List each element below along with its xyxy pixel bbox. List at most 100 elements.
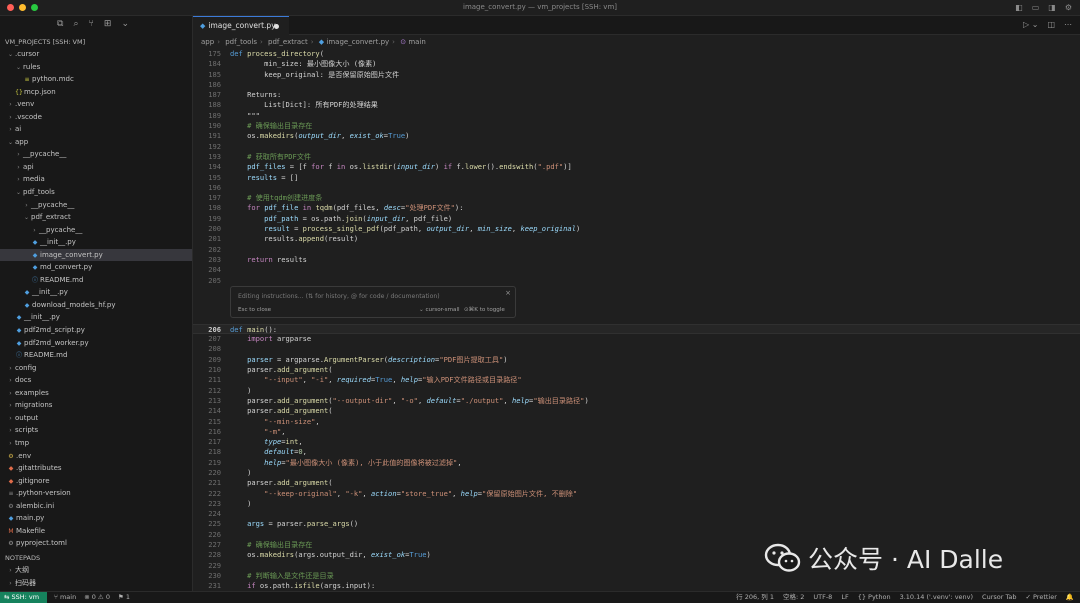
breadcrumb-item[interactable]: app bbox=[201, 38, 214, 46]
code-line[interactable]: 186 bbox=[193, 80, 1080, 90]
tree-item[interactable]: ◆ pdf2md_script.py bbox=[0, 324, 192, 337]
code-line[interactable]: 175 def process_directory( bbox=[193, 49, 1080, 59]
code-line[interactable]: 190 # 确保输出目录存在 bbox=[193, 121, 1080, 131]
tree-item[interactable]: ⚙ alembic.ini bbox=[0, 500, 192, 513]
code-line[interactable]: 211 "--input", "-i", required=True, help… bbox=[193, 375, 1080, 385]
tree-item[interactable]: ◆ .gitignore bbox=[0, 475, 192, 488]
search-icon[interactable]: ⌕ bbox=[73, 19, 78, 29]
tree-item[interactable]: {}mcp.json bbox=[0, 86, 192, 99]
code-line[interactable]: 185 keep_original: 是否保留原始图片文件 bbox=[193, 70, 1080, 80]
inline-edit-box[interactable]: Editing instructions... (⇅ for history, … bbox=[230, 286, 516, 318]
tree-item[interactable]: ≡ python.mdc bbox=[0, 73, 192, 86]
code-line[interactable]: 213 parser.add_argument("--output-dir", … bbox=[193, 396, 1080, 406]
extensions-icon[interactable]: ⊞ bbox=[104, 19, 112, 29]
code-line[interactable]: 212 ) bbox=[193, 386, 1080, 396]
explorer-header[interactable]: VM_PROJECTS [SSH: VM] bbox=[0, 36, 192, 48]
code-line[interactable]: 188 List[Dict]: 所有PDF的处理结果 bbox=[193, 100, 1080, 110]
tree-item[interactable]: › config bbox=[0, 362, 192, 375]
toggle-panel-icon[interactable]: ▭ bbox=[1032, 3, 1040, 12]
breadcrumb-item[interactable]: pdf_extract bbox=[268, 38, 308, 46]
code-line[interactable]: 202 bbox=[193, 245, 1080, 255]
code-line[interactable]: 203 return results bbox=[193, 255, 1080, 265]
tree-item[interactable]: › api bbox=[0, 161, 192, 174]
breadcrumb-item[interactable]: image_convert.py bbox=[326, 38, 389, 46]
tree-item[interactable]: ◆ main.py bbox=[0, 512, 192, 525]
tree-item[interactable]: › .vscode bbox=[0, 111, 192, 124]
code-line[interactable]: 220 ) bbox=[193, 468, 1080, 478]
tree-item[interactable]: ⌄ pdf_tools bbox=[0, 186, 192, 199]
code-line[interactable]: 189 """ bbox=[193, 111, 1080, 121]
tree-item[interactable]: › docs bbox=[0, 374, 192, 387]
code-line[interactable]: 187 Returns: bbox=[193, 90, 1080, 100]
code-line[interactable]: 221 parser.add_argument( bbox=[193, 478, 1080, 488]
tree-item[interactable]: › examples bbox=[0, 387, 192, 400]
tree-item[interactable]: ◆ __init__.py bbox=[0, 236, 192, 249]
code-line[interactable]: 201 results.append(result) bbox=[193, 234, 1080, 244]
code-line[interactable]: 216 "-m", bbox=[193, 427, 1080, 437]
tree-item[interactable]: ⚙ pyproject.toml bbox=[0, 537, 192, 550]
more-actions-icon[interactable]: ⋯ bbox=[1064, 20, 1072, 29]
tree-item[interactable]: › scripts bbox=[0, 424, 192, 437]
code-line[interactable]: 198 for pdf_file in tqdm(pdf_files, desc… bbox=[193, 203, 1080, 213]
tree-item[interactable]: › __pycache__ bbox=[0, 148, 192, 161]
toggle-sidebar-icon[interactable]: ◧ bbox=[1015, 3, 1023, 12]
tree-item[interactable]: ≡ .python-version bbox=[0, 487, 192, 500]
code-line[interactable]: 199 pdf_path = os.path.join(input_dir, p… bbox=[193, 214, 1080, 224]
unsaved-dot-icon[interactable] bbox=[274, 24, 279, 29]
line-ending[interactable]: LF bbox=[841, 592, 848, 603]
notepad-item[interactable]: › 扫码器 bbox=[0, 577, 193, 590]
tree-item[interactable]: › output bbox=[0, 412, 192, 425]
code-line[interactable]: 194 pdf_files = [f for f in os.listdir(i… bbox=[193, 162, 1080, 172]
tree-item[interactable]: › media bbox=[0, 173, 192, 186]
code-line[interactable]: 208 bbox=[193, 344, 1080, 354]
code-line[interactable]: 195 results = [] bbox=[193, 173, 1080, 183]
code-line[interactable]: 215 "--min-size", bbox=[193, 417, 1080, 427]
cursor-position[interactable]: 行 206, 列 1 bbox=[736, 592, 774, 603]
source-control-icon[interactable]: ⑂ bbox=[88, 19, 93, 29]
tree-item[interactable]: › __pycache__ bbox=[0, 199, 192, 212]
code-line[interactable]: 192 bbox=[193, 142, 1080, 152]
inline-edit-input[interactable]: Editing instructions... (⇅ for history, … bbox=[238, 293, 440, 300]
code-line[interactable]: 210 parser.add_argument( bbox=[193, 365, 1080, 375]
settings-gear-icon[interactable]: ⚙ bbox=[1065, 3, 1072, 12]
language-mode[interactable]: {} Python bbox=[858, 592, 891, 603]
code-line[interactable]: 184 min_size: 最小图像大小 (像素) bbox=[193, 59, 1080, 69]
code-line[interactable]: 219 help="最小图像大小 (像素), 小于此值的图像将被过滤掉", bbox=[193, 458, 1080, 468]
breadcrumb-item[interactable]: pdf_tools bbox=[225, 38, 257, 46]
breadcrumb-item[interactable]: main bbox=[408, 38, 426, 46]
encoding[interactable]: UTF-8 bbox=[813, 592, 832, 603]
code-line[interactable]: 200 result = process_single_pdf(pdf_path… bbox=[193, 224, 1080, 234]
explorer-files-icon[interactable]: ⧉ bbox=[57, 19, 63, 29]
tree-item[interactable]: ⚙ .env bbox=[0, 450, 192, 463]
code-line[interactable]: 214 parser.add_argument( bbox=[193, 406, 1080, 416]
tree-item[interactable]: ◆ pdf2md_worker.py bbox=[0, 337, 192, 350]
tree-item[interactable]: ◆ __init__.py bbox=[0, 311, 192, 324]
code-line[interactable]: 193 # 获取所有PDF文件 bbox=[193, 152, 1080, 162]
code-line[interactable]: 217 type=int, bbox=[193, 437, 1080, 447]
model-selector[interactable]: ⌄ cursor-small bbox=[419, 307, 460, 313]
notifications-bell-icon[interactable]: 🔔 bbox=[1066, 592, 1074, 603]
python-interpreter[interactable]: 3.10.14 ('.venv': venv) bbox=[900, 592, 973, 603]
code-line[interactable]: 204 bbox=[193, 265, 1080, 275]
code-line[interactable]: 196 bbox=[193, 183, 1080, 193]
toggle-secondary-sidebar-icon[interactable]: ◨ bbox=[1048, 3, 1056, 12]
code-line[interactable]: 197 # 使用tqdm创建进度条 bbox=[193, 193, 1080, 203]
code-editor[interactable]: 175 def process_directory(184 min_size: 最… bbox=[193, 49, 1080, 592]
problems-indicator[interactable]: ⊗ 0 ⚠ 0 bbox=[84, 592, 110, 603]
cursor-tab-status[interactable]: Cursor Tab bbox=[982, 592, 1016, 603]
tree-item[interactable]: › __pycache__ bbox=[0, 224, 192, 237]
code-line[interactable]: 231 if os.path.isfile(args.input): bbox=[193, 581, 1080, 591]
tree-item[interactable]: ◆ download_models_hf.py bbox=[0, 299, 192, 312]
chevron-down-icon[interactable]: ⌄ bbox=[121, 19, 129, 29]
code-line[interactable]: 223 ) bbox=[193, 499, 1080, 509]
tree-item[interactable]: › migrations bbox=[0, 399, 192, 412]
tree-item[interactable]: ◆ md_convert.py bbox=[0, 261, 192, 274]
tree-item[interactable]: ⓘ README.md bbox=[0, 274, 192, 287]
branch-indicator[interactable]: ⑂ main bbox=[54, 592, 76, 603]
run-icon[interactable]: ▷ ⌄ bbox=[1023, 20, 1038, 29]
tree-item[interactable]: ⌄ .cursor bbox=[0, 48, 192, 61]
tree-item[interactable]: › tmp bbox=[0, 437, 192, 450]
tree-item[interactable]: ⓘ README.md bbox=[0, 349, 192, 362]
remote-indicator[interactable]: ⇆ SSH: vm bbox=[0, 592, 47, 603]
code-line[interactable]: 207 import argparse bbox=[193, 334, 1080, 344]
